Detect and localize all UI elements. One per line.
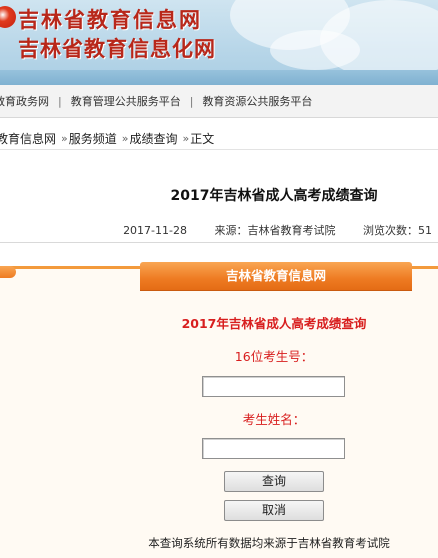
breadcrumb-service-channel[interactable]: 服务频道: [69, 130, 117, 147]
article-date: 2017-11-28: [123, 224, 187, 237]
breadcrumb-arrow-icon: »: [182, 132, 190, 145]
nav-separator: |: [58, 94, 62, 108]
panel-header-tab: 吉林省教育信息网: [140, 262, 412, 290]
nav-link-gov[interactable]: 教育政务网: [0, 93, 49, 109]
banner-title: 吉林省教育信息网: [18, 7, 202, 32]
site-banner: 吉林省教育信息网 吉林省教育信息化网: [0, 0, 438, 85]
breadcrumb-current: 正文: [190, 132, 215, 146]
panel-left-tab: [0, 266, 16, 278]
breadcrumb-score-query[interactable]: 成绩查询: [130, 130, 178, 147]
candidate-name-label: 考生姓名：: [242, 412, 306, 427]
query-form-title: 2017年吉林省成人高考成绩查询: [181, 316, 367, 331]
data-source-note: 本查询系统所有数据均来源于吉林省教育考试院: [148, 536, 390, 550]
cancel-button[interactable]: 取消: [224, 500, 324, 521]
query-button[interactable]: 查询: [224, 471, 324, 492]
divider: [0, 242, 438, 243]
breadcrumb-arrow-icon: »: [61, 132, 68, 145]
nav-link-management-platform[interactable]: 教育管理公共服务平台: [71, 93, 181, 109]
breadcrumb-home[interactable]: 教育信息网: [0, 130, 56, 147]
candidate-id-label: 16位考生号：: [234, 349, 314, 364]
candidate-name-input[interactable]: [202, 438, 345, 459]
article-views: 浏览次数：51: [363, 224, 432, 237]
cloud-decoration: [270, 30, 360, 70]
candidate-id-input[interactable]: [202, 376, 345, 397]
article-source: 来源：吉林省教育考试院: [214, 224, 336, 237]
article-title: 2017年吉林省成人高考成绩查询: [170, 188, 378, 204]
site-logo-icon: [0, 6, 16, 28]
breadcrumb: 教育信息网 » 服务频道 » 成绩查询 » 正文: [0, 128, 438, 150]
nav-separator: |: [189, 94, 194, 108]
article-meta: 2017-11-28 来源：吉林省教育考试院 浏览次数：51: [123, 222, 432, 238]
nav-link-resource-platform[interactable]: 教育资源公共服务平台: [202, 93, 312, 109]
breadcrumb-arrow-icon: »: [121, 132, 129, 145]
top-navigation: 教育政务网 | 教育管理公共服务平台 | 教育资源公共服务平台: [0, 85, 438, 118]
banner-bar: [0, 70, 438, 85]
banner-subtitle: 吉林省教育信息化网: [18, 36, 216, 61]
